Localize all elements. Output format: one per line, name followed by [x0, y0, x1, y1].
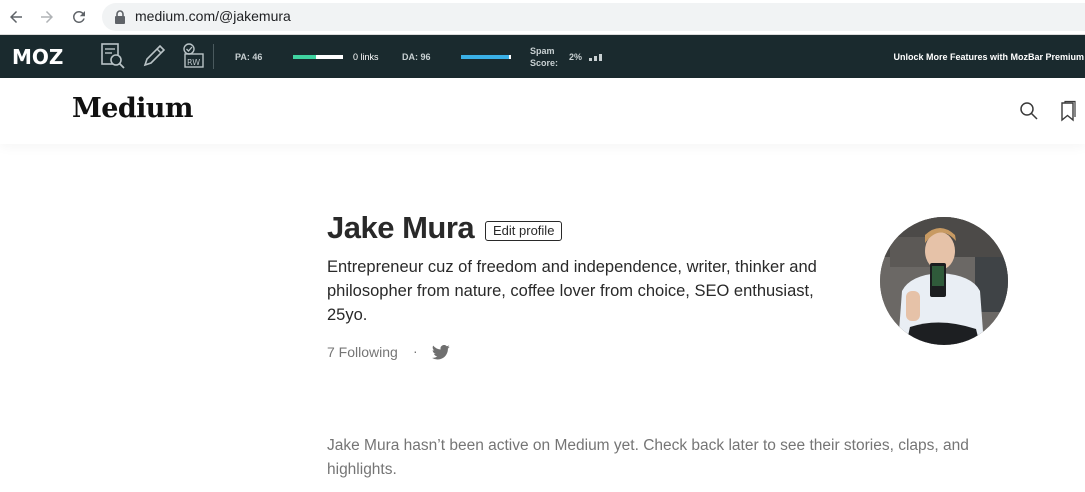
domain-authority-bar-fill [461, 55, 509, 59]
inactive-message: Jake Mura hasn’t been active on Medium y… [327, 437, 969, 478]
twitter-icon[interactable] [432, 345, 450, 360]
forward-button[interactable] [35, 5, 59, 29]
bookmark-icon[interactable] [1057, 100, 1079, 122]
page-analysis-icon[interactable] [100, 42, 126, 70]
spam-score-value: 2% [569, 52, 583, 62]
links-count[interactable]: 0 links [353, 52, 379, 62]
page-authority-bar [293, 55, 343, 59]
spam-label-line2: Score: [530, 58, 559, 68]
medium-header: Medium [0, 78, 1085, 144]
profile-name: Jake Mura [327, 210, 475, 245]
url-text: medium.com/@jakemura [135, 8, 291, 24]
domain-authority-bar [461, 55, 511, 59]
mozbar-toolbar: MOZ RW PA: 46 0 links DA: 96 Spam Score:… [0, 35, 1085, 78]
forward-arrow-icon [41, 11, 53, 23]
highlighter-pencil-icon[interactable] [141, 42, 167, 70]
profile-bio: Entrepreneur cuz of freedom and independ… [327, 258, 817, 324]
separator-dot: · [413, 343, 418, 359]
keyword-research-icon[interactable]: RW [181, 42, 207, 70]
page-authority: PA: 46 [235, 52, 263, 62]
reload-icon [72, 10, 85, 23]
unlock-premium-link[interactable]: Unlock More Features with MozBar Premium [893, 52, 1084, 62]
back-arrow-icon [10, 11, 22, 23]
toolbar-divider [213, 44, 214, 69]
edit-profile-button[interactable]: Edit profile [485, 221, 563, 241]
avatar-photo [880, 217, 1008, 345]
profile-avatar[interactable] [880, 217, 1008, 345]
medium-logo[interactable]: Medium [72, 93, 193, 124]
page-authority-bar-fill [293, 55, 316, 59]
spam-label-line1: Spam [530, 46, 555, 56]
following-link[interactable]: 7 Following [327, 344, 398, 360]
browser-address-bar: medium.com/@jakemura [0, 0, 1085, 35]
back-button[interactable] [4, 5, 28, 29]
search-icon[interactable] [1018, 100, 1040, 122]
spam-score-label: Spam Score: [530, 45, 558, 69]
svg-text:RW: RW [187, 58, 200, 67]
moz-logo[interactable]: MOZ [12, 45, 63, 69]
url-field[interactable]: medium.com/@jakemura [102, 3, 1085, 31]
domain-authority: DA: 96 [402, 52, 431, 62]
reload-button[interactable] [67, 5, 91, 29]
lock-icon [115, 10, 125, 24]
